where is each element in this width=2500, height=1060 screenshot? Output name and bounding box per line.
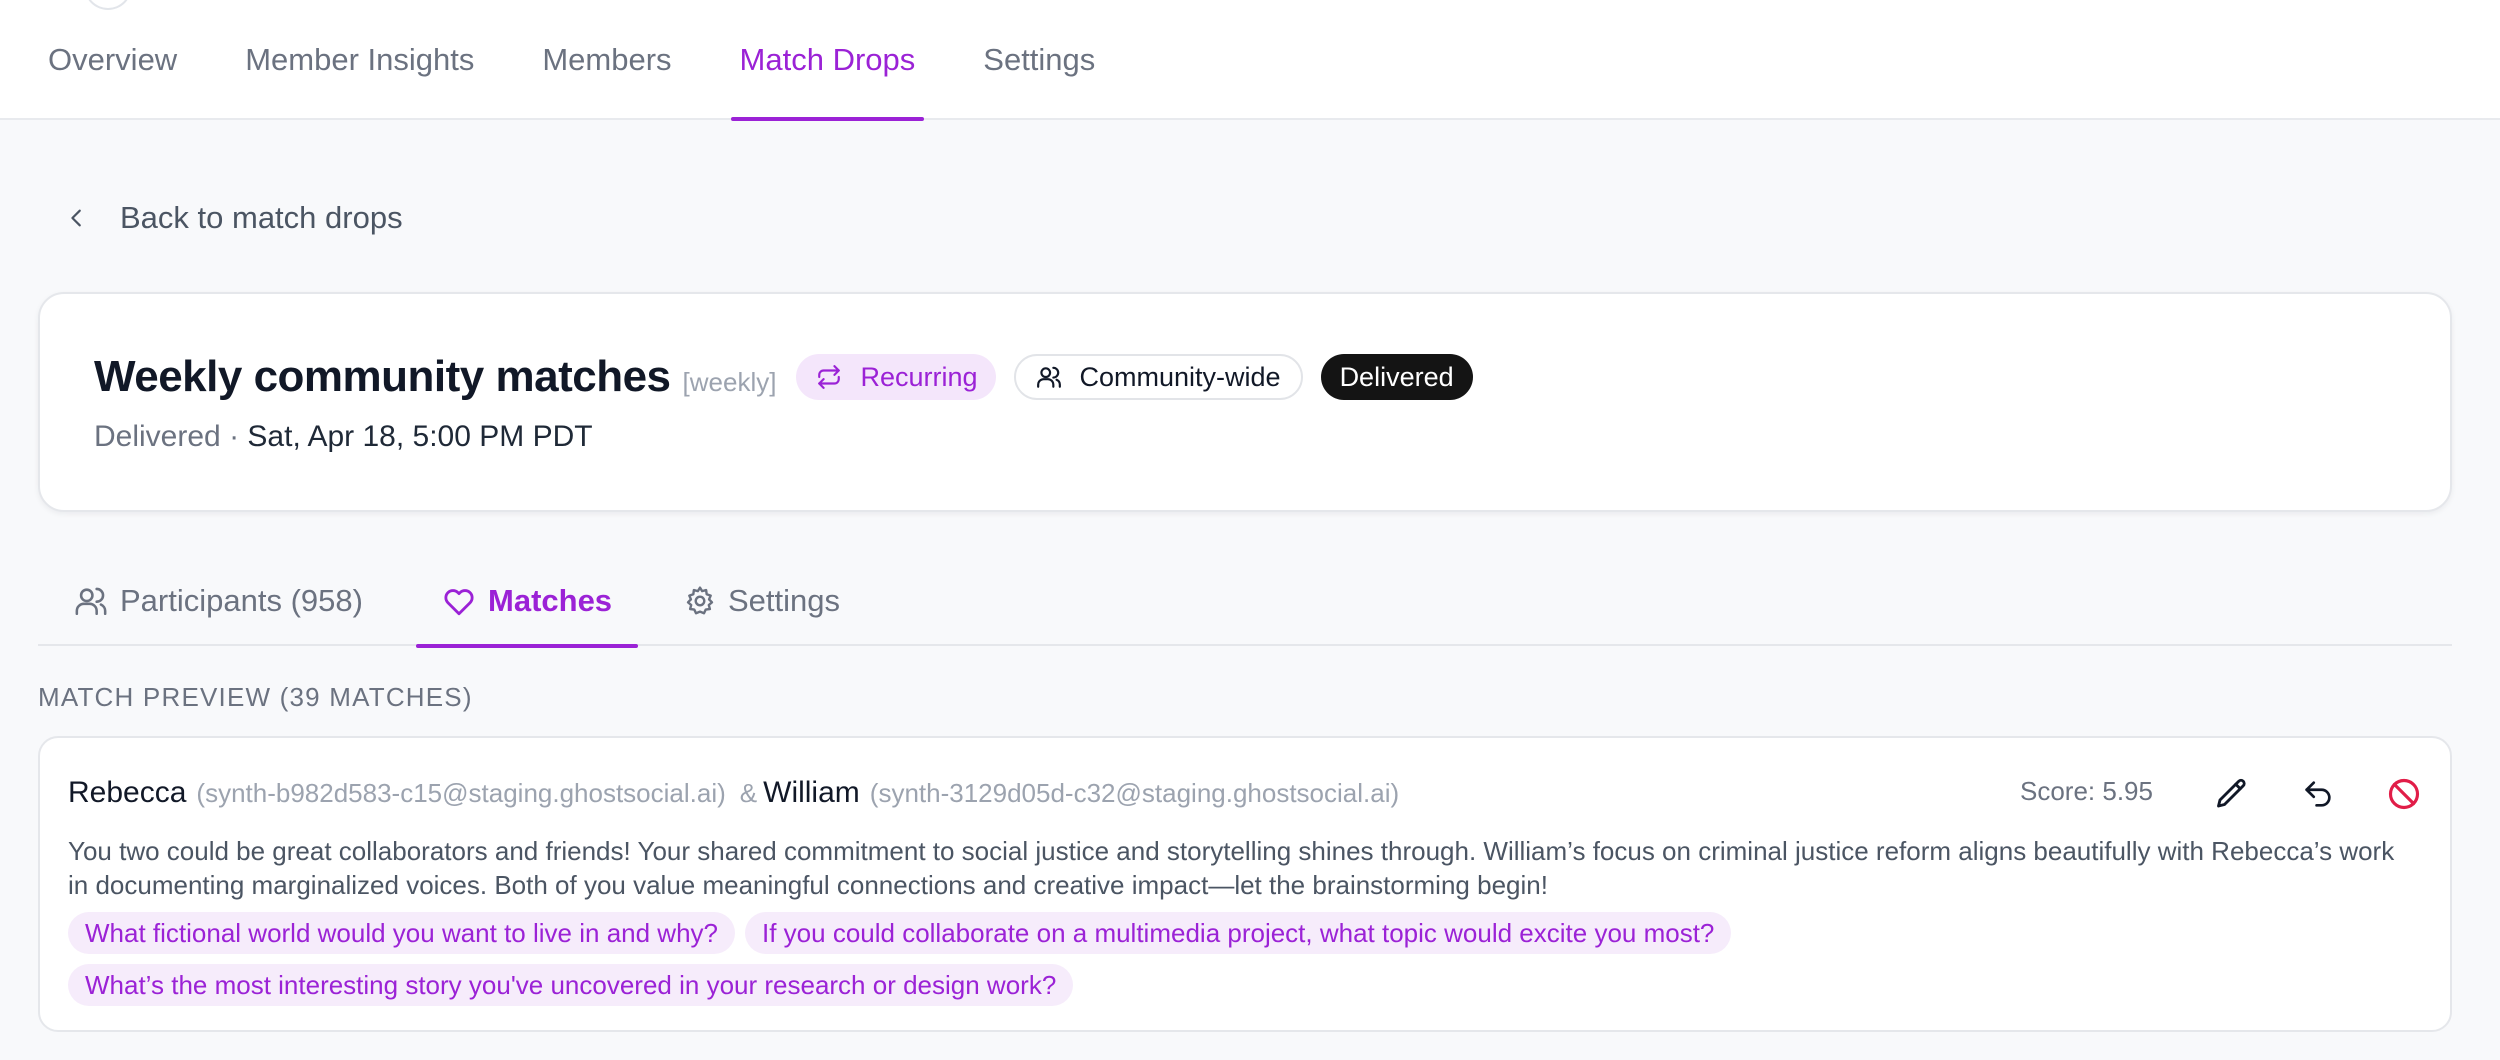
- undo-icon: [2305, 781, 2331, 807]
- tab-member-insights[interactable]: Member Insights: [245, 0, 474, 120]
- tab-drop-settings[interactable]: Settings: [684, 556, 840, 646]
- prompt-chip[interactable]: What’s the most interesting story you've…: [68, 964, 1074, 1006]
- status-badge: Delivered: [1320, 354, 1473, 400]
- chevron-left-icon: [71, 209, 81, 227]
- detail-tabs: Participants (958) Matches Settings: [38, 556, 2452, 648]
- back-to-match-drops-link[interactable]: Back to match drops: [66, 200, 403, 236]
- match-participants: Rebecca (synth-b982d583-c15@staging.ghos…: [68, 776, 1399, 810]
- match-drop-header-card: Weekly community matches [weekly] Recurr…: [38, 292, 2452, 512]
- tab-settings[interactable]: Settings: [983, 0, 1095, 120]
- tab-match-drops[interactable]: Match Drops: [730, 0, 925, 121]
- tab-overview[interactable]: Overview: [48, 0, 177, 120]
- tab-members[interactable]: Members: [542, 0, 671, 120]
- undo-match-button[interactable]: [2292, 768, 2344, 820]
- prompt-chip[interactable]: If you could collaborate on a multimedia…: [745, 912, 1732, 954]
- match-card: Rebecca (synth-b982d583-c15@staging.ghos…: [38, 736, 2452, 1032]
- participant-a-name: Rebecca: [68, 776, 187, 809]
- users-icon: [75, 587, 107, 616]
- ban-icon: [2388, 778, 2420, 810]
- heart-icon: [444, 589, 474, 616]
- users-icon: [1036, 366, 1061, 388]
- back-link-label: Back to match drops: [120, 200, 403, 235]
- participant-b-email: (synth-3129d05d-c32@staging.ghostsocial.…: [869, 778, 1400, 808]
- page-title: Weekly community matches: [94, 352, 671, 401]
- match-description: You two could be great collaborators and…: [68, 836, 2395, 900]
- match-actions: [2172, 768, 2430, 820]
- prompt-chip[interactable]: What fictional world would you want to l…: [68, 912, 735, 954]
- conversation-prompts: What fictional world would you want to l…: [68, 912, 2428, 1016]
- repeat-icon: [818, 365, 841, 389]
- delivered-timestamp: Sat, Apr 18, 5:00 PM PDT: [247, 420, 593, 453]
- ampersand: &: [739, 778, 758, 808]
- match-preview-label: MATCH PREVIEW (39 MATCHES): [38, 682, 473, 712]
- frequency-label: [weekly]: [682, 366, 777, 397]
- tab-matches[interactable]: Matches: [415, 556, 639, 648]
- gear-icon: [686, 586, 714, 615]
- match-score: Score: 5.95: [2020, 776, 2153, 806]
- recurring-badge: Recurring: [796, 354, 996, 400]
- participant-b-name: William: [763, 776, 860, 809]
- participant-a-email: (synth-b982d583-c15@staging.ghostsocial.…: [196, 778, 726, 808]
- pencil-icon: [2217, 778, 2246, 808]
- community-wide-badge: Community-wide: [1013, 354, 1303, 400]
- top-nav: Overview Member Insights Members Match D…: [48, 0, 1163, 121]
- edit-match-button[interactable]: [2206, 768, 2258, 820]
- top-bar: Overview Member Insights Members Match D…: [0, 0, 2500, 121]
- tab-participants[interactable]: Participants (958): [74, 556, 363, 646]
- delivery-info: Delivered · Sat, Apr 18, 5:00 PM PDT: [94, 420, 593, 453]
- block-match-button[interactable]: [2378, 768, 2430, 820]
